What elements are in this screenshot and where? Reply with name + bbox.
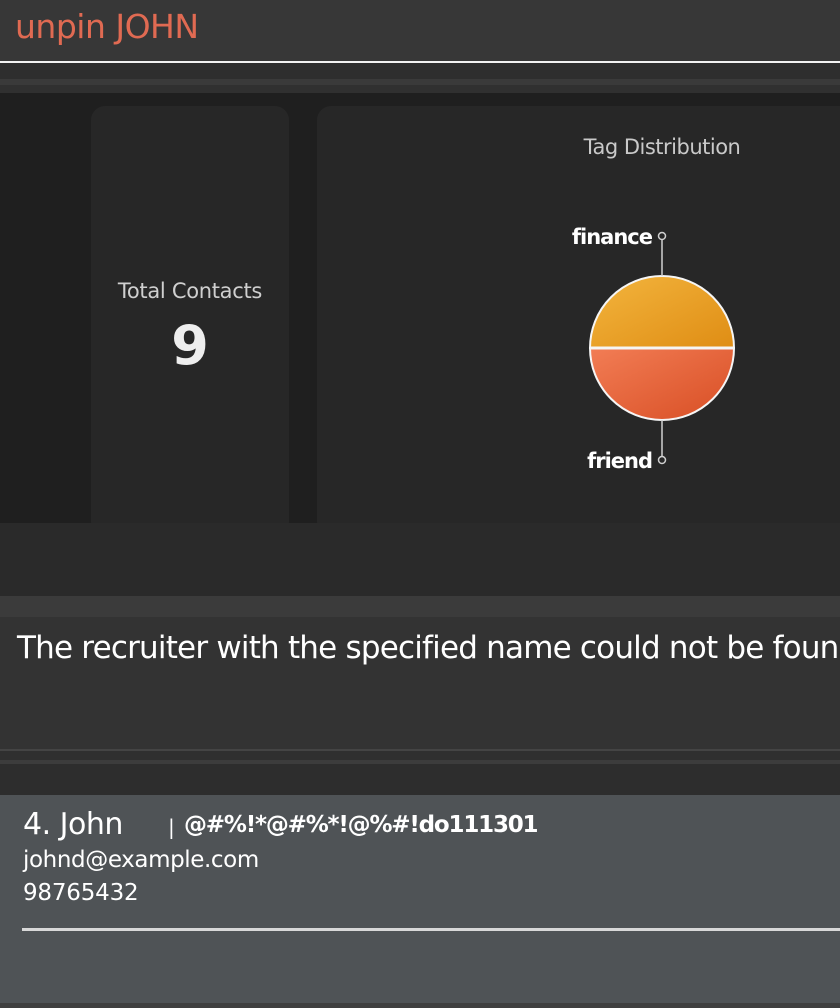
command-box[interactable]: unpin JOHN xyxy=(0,0,840,63)
panel-spacer xyxy=(0,523,840,596)
total-contacts-label: Total Contacts xyxy=(117,279,263,303)
command-input-text[interactable]: unpin JOHN xyxy=(15,6,199,48)
person-card[interactable]: 4. John | @#%!*@#%*!@%#!do111301 johnd@e… xyxy=(0,795,840,933)
panel-spacer xyxy=(0,596,840,617)
pie-label-finance: finance xyxy=(572,225,653,249)
dashboard-panel: Total Contacts 9 Tag Distribution financ… xyxy=(0,93,840,536)
divider-strip xyxy=(0,751,840,760)
pie-slice-finance xyxy=(588,275,736,349)
leader-dot-finance xyxy=(657,231,667,241)
tag-separator: | xyxy=(168,815,175,839)
divider-strip xyxy=(0,85,840,93)
total-contacts-card: Total Contacts 9 xyxy=(91,106,289,536)
result-message: The recruiter with the specified name co… xyxy=(17,630,840,666)
divider-strip xyxy=(0,764,840,795)
result-display: The recruiter with the specified name co… xyxy=(0,617,840,751)
person-phone: 98765432 xyxy=(23,880,139,906)
pie-label-friend: friend xyxy=(587,449,652,473)
card-divider xyxy=(22,928,840,931)
app-window: unpin JOHN Total Contacts 9 Tag Distribu… xyxy=(0,0,840,1008)
person-tag: @#%!*@#%*!@%#!do111301 xyxy=(184,812,539,838)
command-box-divider xyxy=(0,63,840,79)
pie-slices: finance friend xyxy=(572,225,736,473)
person-list-panel[interactable]: 4. John | @#%!*@#%*!@%#!do111301 johnd@e… xyxy=(0,795,840,1008)
person-email: johnd@example.com xyxy=(23,847,259,873)
tag-distribution-chart: Tag Distribution finance friend xyxy=(572,135,741,473)
total-contacts-value: 9 xyxy=(171,314,209,377)
tag-distribution-card: Tag Distribution finance friend xyxy=(317,106,840,536)
chart-title: Tag Distribution xyxy=(583,135,741,159)
list-bottom-border xyxy=(0,1003,840,1008)
pie-slice-friend xyxy=(588,347,736,421)
person-name: 4. John xyxy=(23,807,123,842)
leader-dot-friend xyxy=(657,455,667,465)
